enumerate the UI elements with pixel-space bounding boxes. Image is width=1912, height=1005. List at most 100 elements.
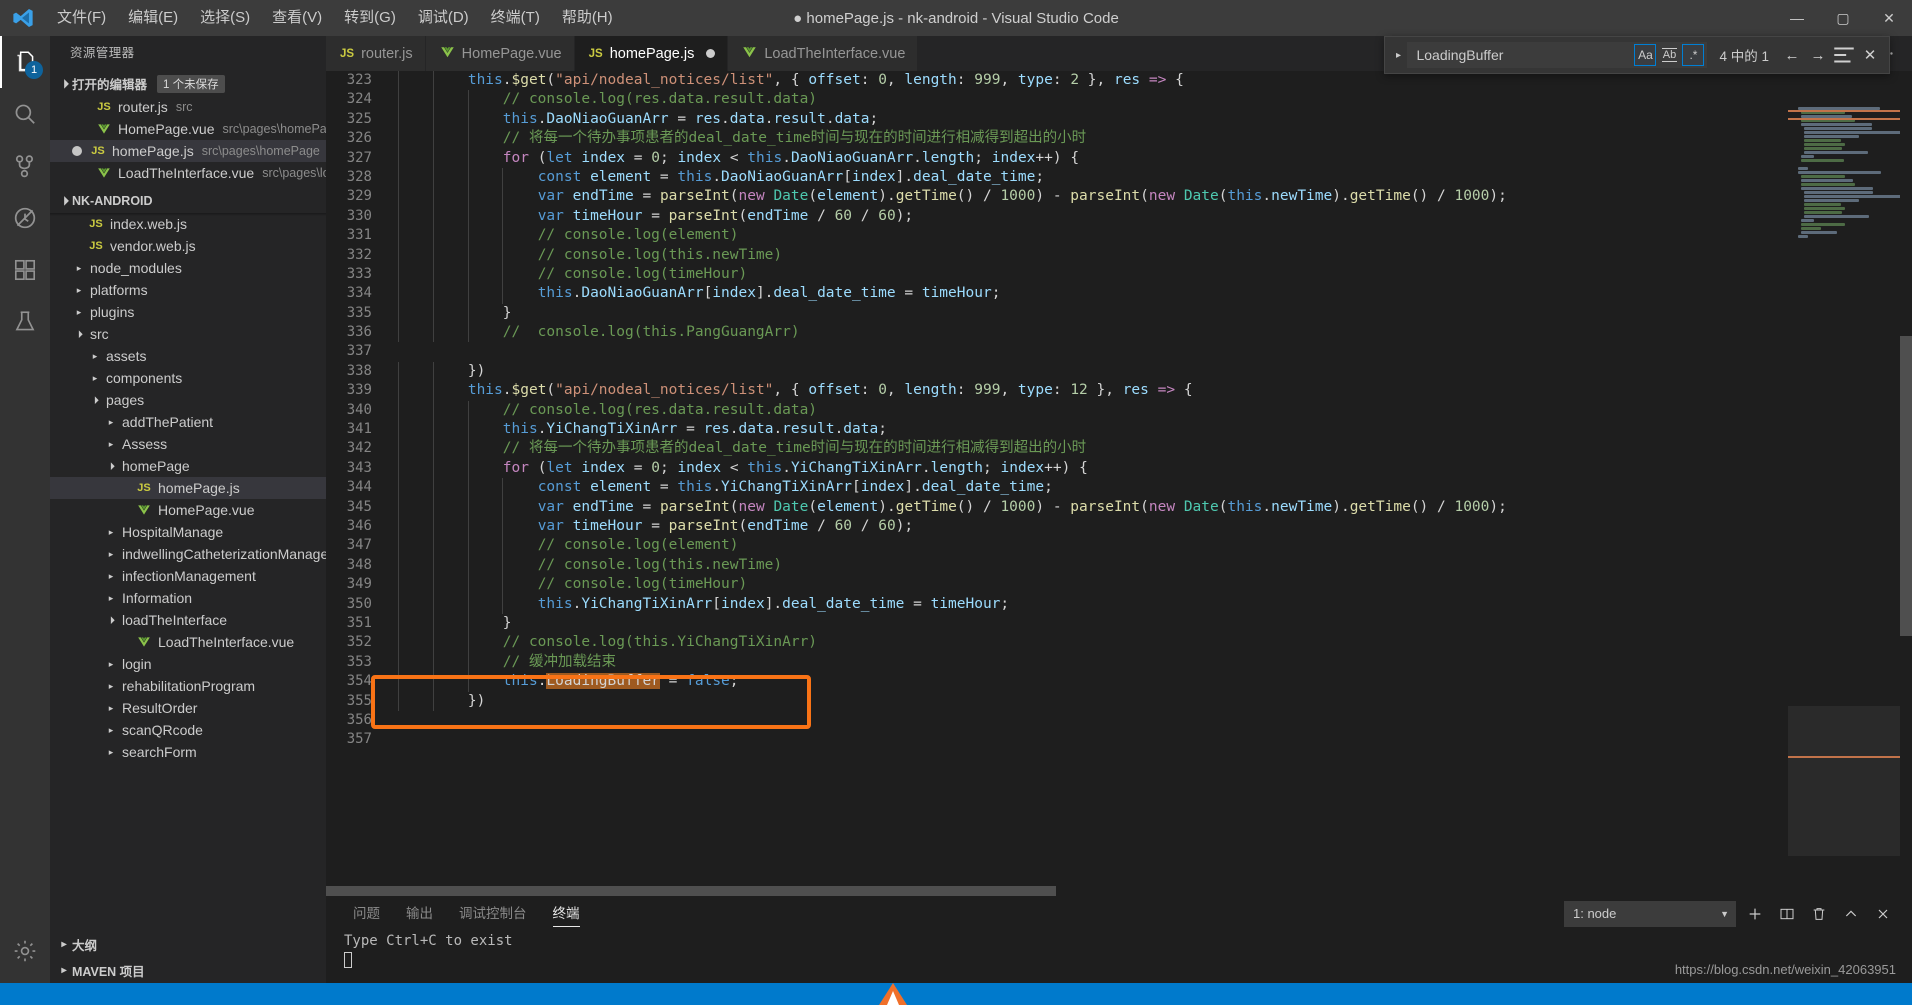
chevron-up-icon[interactable] [1838, 901, 1864, 927]
file-tree-item[interactable]: pages [50, 389, 326, 411]
open-editor-router-js[interactable]: JS router.js src [50, 96, 326, 118]
file-tree-item[interactable]: loadTheInterface [50, 609, 326, 631]
chevron-down-icon[interactable] [104, 462, 118, 470]
file-tree-item[interactable]: infectionManagement [50, 565, 326, 587]
editor-tab-homepage-js[interactable]: JS homePage.js [574, 36, 729, 71]
whole-word-toggle[interactable]: Ab [1658, 44, 1680, 66]
chevron-down-icon[interactable] [72, 330, 86, 338]
tab-terminal[interactable]: 终端 [540, 896, 593, 931]
activitybar-search[interactable] [0, 88, 50, 140]
file-tree-item[interactable]: JS vendor.web.js [50, 235, 326, 257]
find-in-selection-button[interactable] [1831, 42, 1857, 68]
chevron-right-icon[interactable] [72, 307, 86, 318]
minimap[interactable] [1788, 106, 1900, 896]
activitybar-debug[interactable] [0, 192, 50, 244]
tab-debug-console[interactable]: 调试控制台 [446, 896, 540, 931]
chevron-right-icon[interactable] [104, 659, 118, 670]
file-tree-item[interactable]: searchForm [50, 741, 326, 763]
chevron-right-icon[interactable] [104, 417, 118, 428]
section-outline[interactable]: 大纲 [50, 931, 326, 957]
activitybar-explorer[interactable]: 1 [0, 36, 50, 88]
scrollbar-thumb-horizontal[interactable] [326, 886, 1056, 896]
code-editor[interactable]: 323 this.$get("api/nodeal_notices/list",… [326, 71, 1912, 896]
file-tree-item[interactable]: scanQRcode [50, 719, 326, 741]
close-icon[interactable]: ✕ [1857, 42, 1883, 68]
file-tree-item[interactable]: node_modules [50, 257, 326, 279]
section-maven[interactable]: MAVEN 项目 [50, 957, 326, 983]
file-tree-item[interactable]: LoadTheInterface.vue [50, 631, 326, 653]
menu-debug[interactable]: 调试(D) [407, 0, 480, 36]
file-tree-item[interactable]: JS index.web.js [50, 213, 326, 235]
find-widget[interactable]: ▸ Aa Ab .* 4 中的 1 ← → ✕ [1384, 36, 1890, 74]
chevron-right-icon[interactable] [72, 285, 86, 296]
tab-output[interactable]: 输出 [393, 896, 446, 931]
scrollbar-thumb[interactable] [1900, 336, 1912, 636]
status-bar[interactable] [0, 983, 1912, 1005]
menu-view[interactable]: 查看(V) [261, 0, 333, 36]
find-next-button[interactable]: → [1805, 42, 1831, 68]
chevron-right-icon[interactable] [88, 373, 102, 384]
chevron-down-icon[interactable] [104, 616, 118, 624]
chevron-right-icon[interactable] [104, 439, 118, 450]
minimize-button[interactable]: — [1774, 0, 1820, 36]
open-editor-homepage-vue[interactable]: HomePage.vue src\pages\homePage [50, 118, 326, 140]
close-icon[interactable] [1870, 901, 1896, 927]
editor-horizontal-scrollbar[interactable] [326, 886, 1912, 896]
file-tree-item[interactable]: JS homePage.js [50, 477, 326, 499]
file-tree-item[interactable]: src [50, 323, 326, 345]
file-tree-item[interactable]: HomePage.vue [50, 499, 326, 521]
open-editor-homepage-js[interactable]: JS homePage.js src\pages\homePage [50, 140, 326, 162]
minimap-slider[interactable] [1788, 706, 1900, 856]
activitybar-source-control[interactable] [0, 140, 50, 192]
chevron-right-icon[interactable] [88, 351, 102, 362]
trash-icon[interactable] [1806, 901, 1832, 927]
editor-tab-homepage-vue[interactable]: HomePage.vue [425, 36, 575, 71]
close-button[interactable]: ✕ [1866, 0, 1912, 36]
chevron-down-icon[interactable] [88, 396, 102, 404]
chevron-right-icon[interactable] [104, 681, 118, 692]
menu-file[interactable]: 文件(F) [46, 0, 117, 36]
chevron-right-icon[interactable] [104, 549, 118, 560]
activitybar-testing[interactable] [0, 296, 50, 348]
find-input-wrap[interactable]: Aa Ab .* [1407, 42, 1708, 68]
tab-problems[interactable]: 问题 [340, 896, 393, 931]
split-terminal-icon[interactable] [1774, 901, 1800, 927]
terminal-select[interactable]: 1: node ▼ [1564, 900, 1736, 927]
chevron-right-icon[interactable]: ▸ [1389, 50, 1407, 61]
section-open-editors[interactable]: 打开的编辑器 1 个未保存 [50, 71, 326, 96]
menu-edit[interactable]: 编辑(E) [117, 0, 189, 36]
search-input[interactable] [1416, 47, 1635, 63]
chevron-right-icon[interactable] [104, 747, 118, 758]
file-tree-item[interactable]: addThePatient [50, 411, 326, 433]
file-tree-item[interactable]: assets [50, 345, 326, 367]
chevron-right-icon[interactable] [104, 593, 118, 604]
file-tree-item[interactable]: Information [50, 587, 326, 609]
add-terminal-icon[interactable] [1742, 901, 1768, 927]
file-tree-item[interactable]: login [50, 653, 326, 675]
code-lines[interactable]: 323 this.$get("api/nodeal_notices/list",… [326, 71, 1912, 896]
find-previous-button[interactable]: ← [1779, 42, 1805, 68]
chevron-right-icon[interactable] [104, 571, 118, 582]
editor-vertical-scrollbar[interactable] [1900, 106, 1912, 896]
editor-tab-loadtheinterface-vue[interactable]: LoadTheInterface.vue [728, 36, 919, 71]
chevron-right-icon[interactable] [104, 725, 118, 736]
match-case-toggle[interactable]: Aa [1634, 44, 1657, 66]
chevron-right-icon[interactable] [72, 263, 86, 274]
file-tree-item[interactable]: homePage [50, 455, 326, 477]
regex-toggle[interactable]: .* [1682, 44, 1705, 66]
file-tree-item[interactable]: components [50, 367, 326, 389]
open-editor-loadtheinterface-vue[interactable]: LoadTheInterface.vue src\pages\loa... [50, 162, 326, 184]
file-tree-item[interactable]: ResultOrder [50, 697, 326, 719]
menu-terminal[interactable]: 终端(T) [480, 0, 551, 36]
file-tree-item[interactable]: Assess [50, 433, 326, 455]
chevron-right-icon[interactable] [104, 527, 118, 538]
activitybar-extensions[interactable] [0, 244, 50, 296]
file-tree-item[interactable]: rehabilitationProgram [50, 675, 326, 697]
editor-tab-router-js[interactable]: JS router.js [326, 36, 426, 71]
file-tree-item[interactable]: HospitalManage [50, 521, 326, 543]
menu-selection[interactable]: 选择(S) [189, 0, 261, 36]
file-tree-item[interactable]: indwellingCatheterizationManagem... [50, 543, 326, 565]
file-tree-item[interactable]: plugins [50, 301, 326, 323]
chevron-right-icon[interactable] [104, 703, 118, 714]
section-project-root[interactable]: NK-ANDROID [50, 188, 326, 213]
